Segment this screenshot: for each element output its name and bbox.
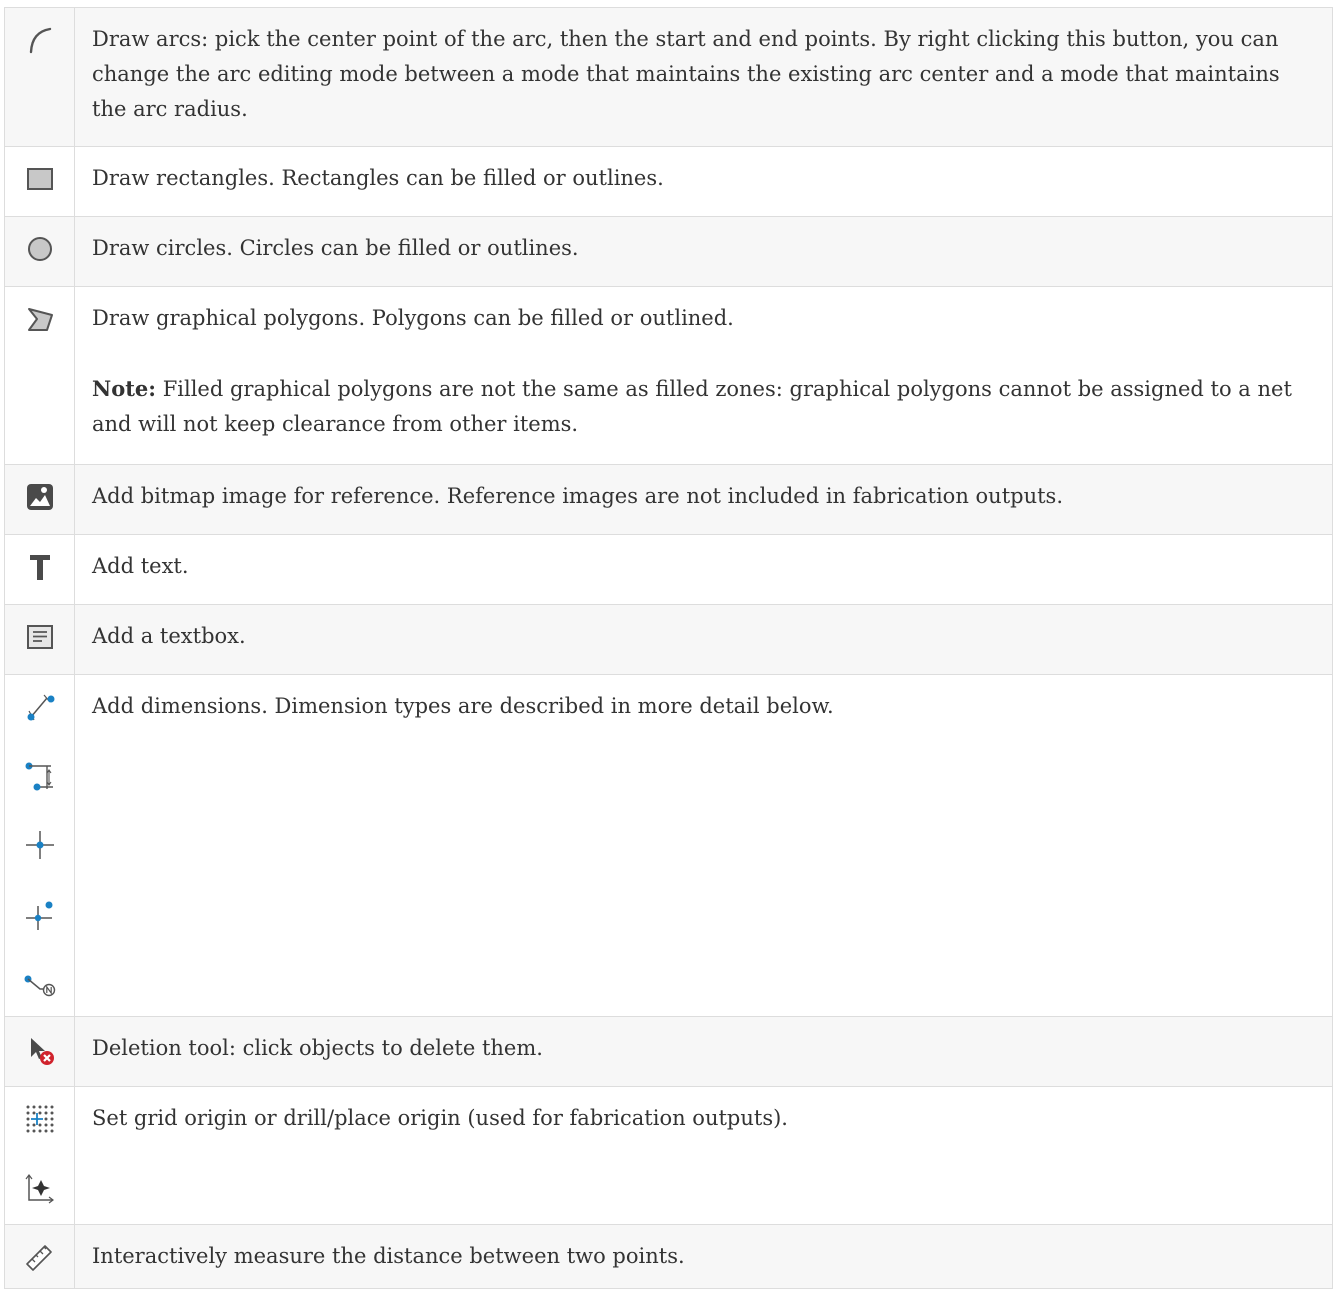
tool-note: Note: Filled graphical polygons are not … xyxy=(92,371,1318,442)
tool-description: Deletion tool: click objects to delete t… xyxy=(92,1036,543,1060)
tool-description: Add dimensions. Dimension types are desc… xyxy=(92,694,834,718)
note-text: Filled graphical polygons are not the sa… xyxy=(92,377,1292,436)
tool-row-polygon: Draw graphical polygons. Polygons can be… xyxy=(4,286,1333,465)
drill-place-origin-icon xyxy=(25,1174,54,1204)
tool-table: Draw arcs: pick the center point of the … xyxy=(4,7,1333,1289)
arc-icon xyxy=(29,27,51,54)
tool-row-measure: Interactively measure the distance betwe… xyxy=(4,1224,1333,1289)
tool-description: Draw graphical polygons. Polygons can be… xyxy=(92,306,734,330)
tool-description: Draw arcs: pick the center point of the … xyxy=(92,27,1280,121)
tool-row-textbox: Add a textbox. xyxy=(4,604,1333,675)
tool-row-image: Add bitmap image for reference. Referenc… xyxy=(4,464,1333,535)
measure-icon xyxy=(25,1245,52,1271)
tool-description: Add text. xyxy=(92,554,189,578)
tool-row-origin: Set grid origin or drill/place origin (u… xyxy=(4,1086,1333,1225)
delete-tool-icon xyxy=(30,1038,54,1065)
tool-row-delete: Deletion tool: click objects to delete t… xyxy=(4,1016,1333,1087)
circle-icon xyxy=(27,237,52,261)
tool-row-arc: Draw arcs: pick the center point of the … xyxy=(4,7,1333,147)
dimension-leader-icon xyxy=(24,975,55,997)
note-label: Note: xyxy=(92,376,157,401)
grid-origin-icon xyxy=(26,1105,53,1133)
dimension-radial-icon xyxy=(25,901,52,930)
tool-description: Set grid origin or drill/place origin (u… xyxy=(92,1106,788,1130)
tool-description: Draw circles. Circles can be filled or o… xyxy=(92,236,579,260)
tool-row-rectangle: Draw rectangles. Rectangles can be fille… xyxy=(4,146,1333,217)
dimension-center-icon xyxy=(25,831,54,859)
rectangle-icon xyxy=(26,168,53,190)
tool-row-circle: Draw circles. Circles can be filled or o… xyxy=(4,216,1333,287)
textbox-icon xyxy=(26,625,53,649)
tool-row-text: Add text. xyxy=(4,534,1333,605)
polygon-icon xyxy=(27,308,53,331)
tool-description: Add a textbox. xyxy=(92,624,246,648)
image-icon xyxy=(26,484,53,510)
tool-description: Interactively measure the distance betwe… xyxy=(92,1244,685,1268)
tool-row-dimensions: Add dimensions. Dimension types are desc… xyxy=(4,674,1333,1017)
tool-description: Draw rectangles. Rectangles can be fille… xyxy=(92,166,664,190)
tool-description: Add bitmap image for reference. Referenc… xyxy=(92,484,1063,508)
dimension-orthogonal-icon xyxy=(25,762,53,791)
dimension-aligned-icon xyxy=(27,694,54,721)
text-icon xyxy=(29,555,50,580)
